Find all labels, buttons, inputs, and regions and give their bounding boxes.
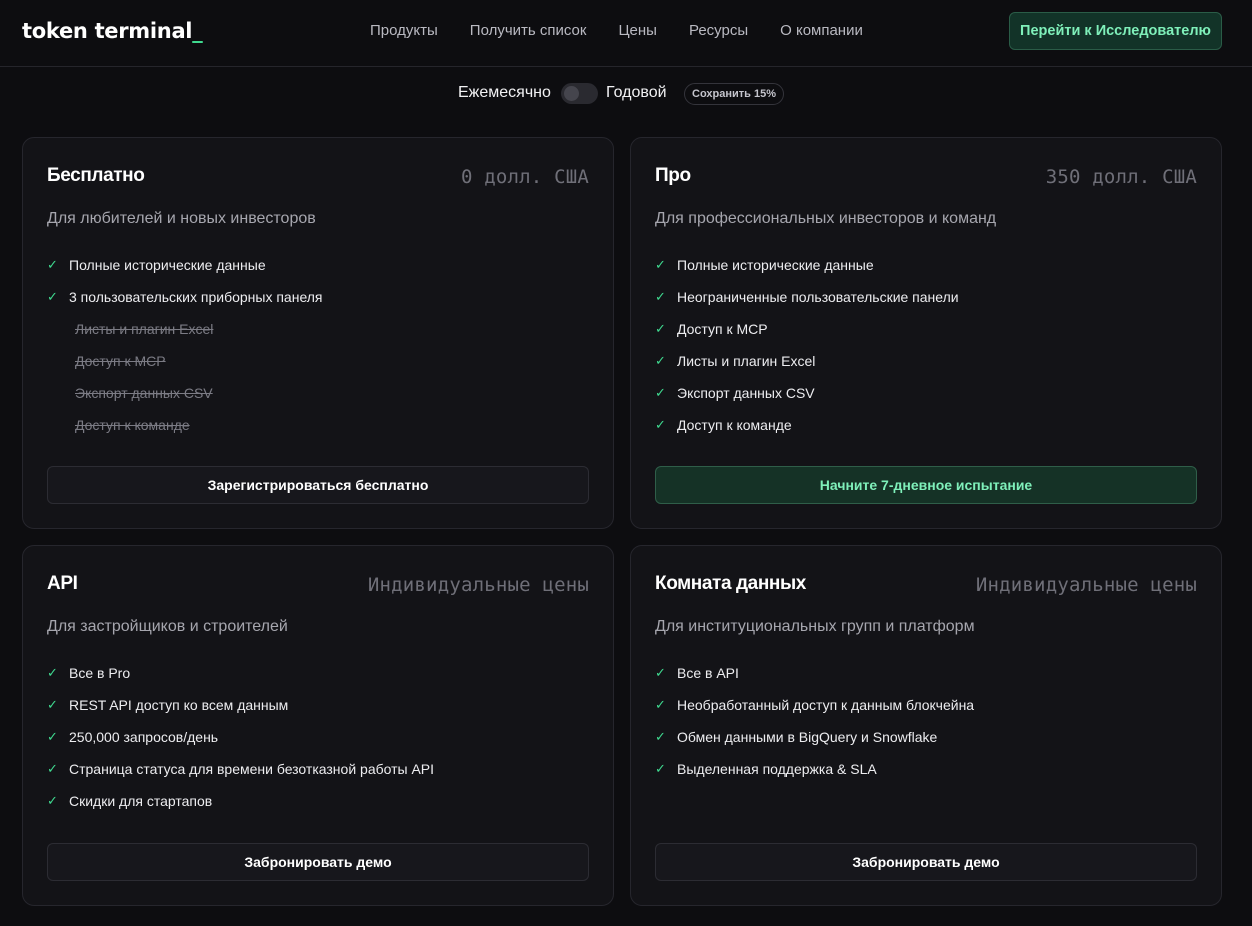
check-icon: ✓ [655, 417, 666, 432]
toggle-knob [564, 86, 579, 101]
check-icon: ✓ [655, 761, 666, 776]
go-to-explorer-button[interactable]: Перейти к Исследователю [1009, 12, 1222, 50]
feature-item: ✓ Полные исторические данные [47, 257, 266, 273]
check-icon: ✓ [655, 697, 666, 712]
feature-item: ✓ 3 пользовательских приборных панеля [47, 289, 323, 305]
plan-subtitle: Для любителей и новых инвесторов [47, 210, 316, 227]
nav-get-list[interactable]: Получить список [470, 22, 587, 39]
signup-free-button[interactable]: Зарегистрироваться бесплатно [47, 466, 589, 504]
feature-item: ✓ Неограниченные пользовательские панели [655, 289, 959, 305]
billing-toggle-switch[interactable] [561, 83, 598, 104]
plan-subtitle: Для застройщиков и строителей [47, 618, 288, 635]
check-icon: ✓ [47, 289, 58, 304]
feature-item-unavailable: Доступ к команде [75, 417, 190, 433]
top-header: token terminal_ Продукты Получить список… [0, 0, 1252, 67]
plan-card-free: Бесплатно 0 долл. США Для любителей и но… [22, 137, 614, 529]
plan-title: API [47, 573, 78, 594]
plan-price: Индивидуальные цены [975, 574, 1197, 596]
plan-subtitle: Для институциональных групп и платформ [655, 618, 975, 635]
feature-item: ✓ Необработанный доступ к данным блокчейн… [655, 697, 975, 713]
feature-item-unavailable: Листы и плагин Excel [75, 321, 214, 337]
feature-item: ✓ Доступ к MCP [655, 321, 768, 337]
start-trial-button[interactable]: Начните 7-дневное испытание [655, 466, 1197, 504]
feature-item: ✓ Доступ к команде [655, 417, 792, 433]
feature-list: ✓ Полные исторические данные ✓ 3 пользоват… [47, 256, 323, 448]
check-icon: ✓ [655, 257, 666, 272]
feature-item: ✓ Страница статуса для времени безотказно… [47, 761, 435, 777]
plan-title: Про [655, 165, 691, 186]
yearly-label[interactable]: Годовой [606, 84, 667, 102]
feature-list: ✓ Полные исторические данные ✓ Неограничен… [655, 256, 959, 448]
check-icon: ✓ [655, 353, 666, 368]
check-icon: ✓ [655, 321, 666, 336]
billing-period-selector: Ежемесячно Годовой Сохранить 15% [0, 82, 1252, 106]
logo-text: token terminal [22, 19, 193, 43]
check-icon: ✓ [655, 729, 666, 744]
feature-item: ✓ Скидки для стартапов [47, 793, 213, 809]
check-icon: ✓ [47, 793, 58, 808]
feature-item-unavailable: Экспорт данных CSV [75, 385, 213, 401]
book-demo-button[interactable]: Забронировать демо [655, 843, 1197, 881]
feature-item-unavailable: Доступ к MCP [75, 353, 166, 369]
nav-about[interactable]: О компании [780, 22, 863, 39]
feature-item: ✓ Все в Pro [47, 665, 131, 681]
nav-resources[interactable]: Ресурсы [689, 22, 748, 39]
check-icon: ✓ [47, 257, 58, 272]
logo-cursor: _ [192, 19, 203, 43]
feature-list: ✓ Все в API ✓ Необработанный доступ к данн… [655, 664, 974, 792]
plan-price: 350 долл. США [1045, 166, 1197, 188]
check-icon: ✓ [47, 665, 58, 680]
main-nav: Продукты Получить список Цены Ресурсы О … [370, 22, 895, 39]
feature-item: ✓ Экспорт данных CSV [655, 385, 815, 401]
check-icon: ✓ [47, 761, 58, 776]
feature-item: ✓ 250,000 запросов/день [47, 729, 219, 745]
check-icon: ✓ [655, 289, 666, 304]
plan-card-data-room: Комната данных Индивидуальные цены Для и… [630, 545, 1222, 906]
book-demo-button[interactable]: Забронировать демо [47, 843, 589, 881]
feature-item: ✓ Все в API [655, 665, 739, 681]
check-icon: ✓ [47, 729, 58, 744]
plan-card-api: API Индивидуальные цены Для застройщиков… [22, 545, 614, 906]
nav-products[interactable]: Продукты [370, 22, 438, 39]
plan-price: 0 долл. США [460, 166, 589, 188]
monthly-label[interactable]: Ежемесячно [458, 84, 551, 102]
save-badge: Сохранить 15% [684, 83, 784, 105]
feature-item: ✓ Листы и плагин Excel [655, 353, 816, 369]
check-icon: ✓ [655, 665, 666, 680]
feature-item: ✓ Полные исторические данные [655, 257, 874, 273]
feature-list: ✓ Все в Pro ✓ REST API доступ ко всем данн… [47, 664, 434, 824]
plan-title: Комната данных [655, 573, 806, 594]
plan-price: Индивидуальные цены [367, 574, 589, 596]
plan-subtitle: Для профессиональных инвесторов и команд [655, 210, 997, 227]
check-icon: ✓ [47, 697, 58, 712]
plan-card-pro: Про 350 долл. США Для профессиональных и… [630, 137, 1222, 529]
feature-item: ✓ REST API доступ ко всем данным [47, 697, 289, 713]
check-icon: ✓ [655, 385, 666, 400]
nav-pricing[interactable]: Цены [618, 22, 657, 39]
plan-title: Бесплатно [47, 165, 145, 186]
logo[interactable]: token terminal_ [22, 19, 203, 43]
feature-item: ✓ Обмен данными в BigQuery и Snowflake [655, 729, 938, 745]
feature-item: ✓ Выделенная поддержка & SLA [655, 761, 877, 777]
